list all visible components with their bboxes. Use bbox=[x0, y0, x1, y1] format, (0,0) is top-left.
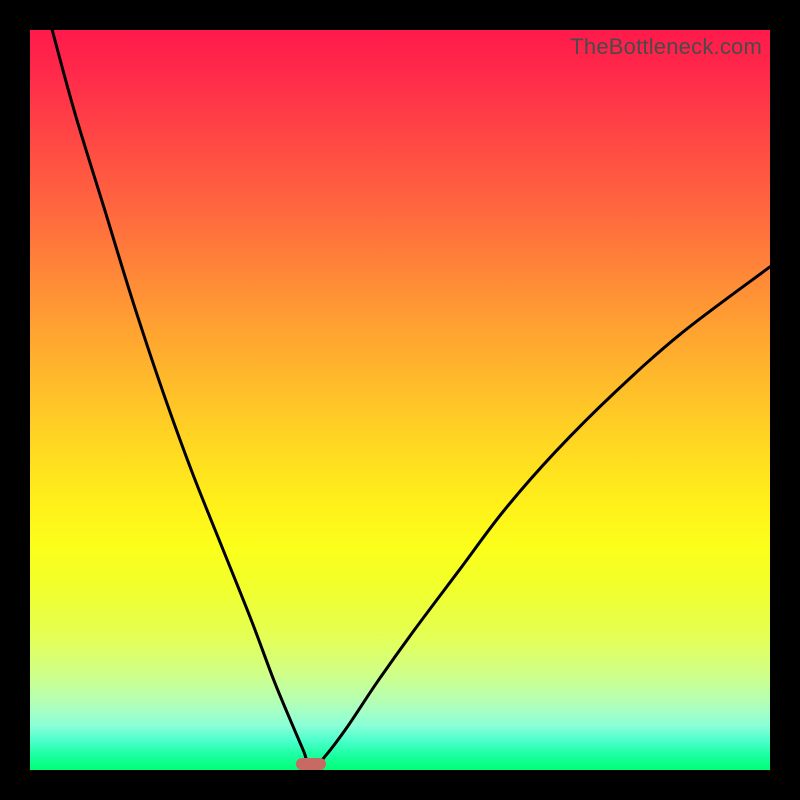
bottleneck-curve bbox=[30, 30, 770, 770]
optimal-point-marker bbox=[296, 758, 326, 770]
plot-area: TheBottleneck.com bbox=[30, 30, 770, 770]
chart-frame: TheBottleneck.com bbox=[0, 0, 800, 800]
